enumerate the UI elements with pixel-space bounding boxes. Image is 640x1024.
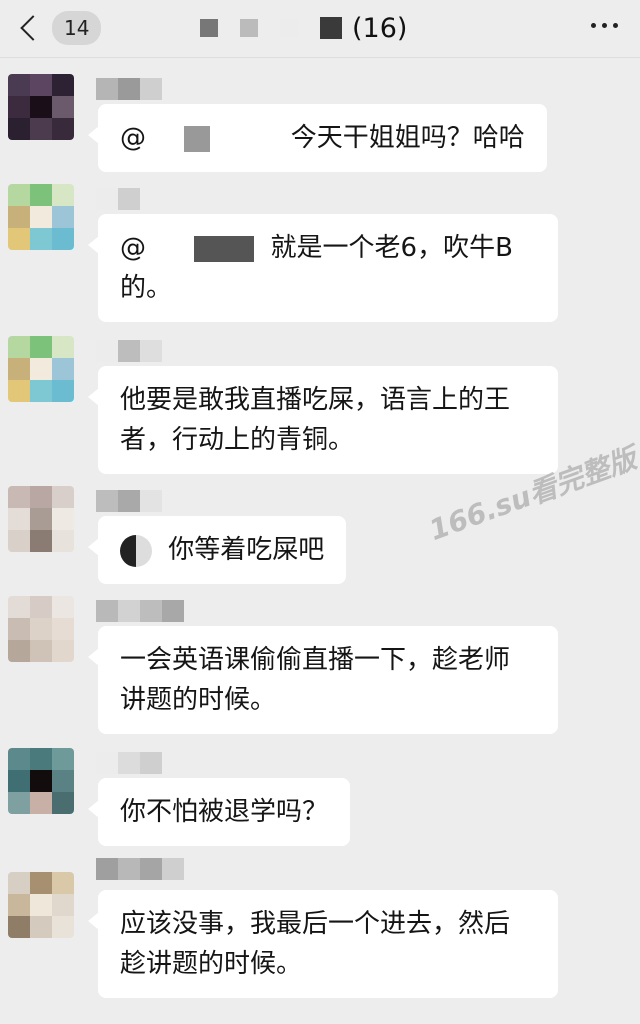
message-text: 讲题的时候。 — [120, 685, 277, 715]
sender-name-censored — [96, 490, 162, 512]
avatar[interactable] — [8, 336, 74, 402]
censored-title-part — [280, 19, 298, 37]
group-title: (16) — [200, 10, 407, 46]
censored-title-part — [320, 17, 342, 39]
message-row: @ 就是一个老6，吹牛B 的。 — [0, 184, 640, 334]
message-bubble[interactable]: 应该没事，我最后一个进去，然后 趁讲题的时候。 — [88, 890, 558, 998]
message-text: 你等着吃屎吧 — [168, 535, 325, 565]
message-text: 趁讲题的时候。 — [120, 949, 303, 979]
message-row: 一会英语课偷偷直播一下，趁老师 讲题的时候。 — [0, 596, 640, 742]
mention[interactable]: @ — [120, 123, 146, 153]
back-button[interactable]: 14 — [16, 8, 102, 48]
censored-title-part — [200, 19, 218, 37]
avatar[interactable] — [8, 748, 74, 814]
message-row: 应该没事，我最后一个进去，然后 趁讲题的时候。 — [0, 858, 640, 1008]
message-row: 你不怕被退学吗？ — [0, 748, 640, 848]
message-text: 今天干姐姐吗？哈哈 — [290, 123, 525, 153]
message-bubble[interactable]: 他要是敢我直播吃屎，语言上的王 者，行动上的青铜。 — [88, 366, 558, 474]
sender-name-censored — [96, 340, 162, 362]
unread-count-badge: 14 — [52, 11, 102, 45]
message-bubble[interactable]: 一会英语课偷偷直播一下，趁老师 讲题的时候。 — [88, 626, 558, 734]
sender-name-censored — [96, 600, 184, 622]
message-text: 应该没事，我最后一个进去，然后 — [120, 909, 511, 939]
message-text: 你不怕被退学吗？ — [120, 797, 329, 827]
avatar[interactable] — [8, 596, 74, 662]
message-text: 就是一个老6，吹牛B — [270, 233, 513, 263]
member-count: (16) — [352, 12, 408, 44]
avatar[interactable] — [8, 872, 74, 938]
message-text: 一会英语课偷偷直播一下，趁老师 — [120, 645, 511, 675]
sender-name-censored — [96, 858, 184, 880]
sender-name-censored — [96, 188, 140, 210]
sender-name-censored — [96, 752, 162, 774]
message-row: 他要是敢我直播吃屎，语言上的王 者，行动上的青铜。 — [0, 336, 640, 476]
message-bubble[interactable]: @ 就是一个老6，吹牛B 的。 — [88, 214, 558, 322]
sender-name-censored — [96, 78, 162, 100]
more-dots-icon[interactable] — [591, 23, 618, 28]
message-row: @ 今天干姐姐吗？哈哈 — [0, 74, 640, 184]
message-text: 他要是敢我直播吃屎，语言上的王 — [120, 385, 511, 415]
chat-header: 14 (16) — [0, 0, 640, 58]
avatar[interactable] — [8, 486, 74, 552]
message-text: 者，行动上的青铜。 — [120, 425, 355, 455]
avatar[interactable] — [8, 184, 74, 250]
mention[interactable]: @ — [120, 233, 146, 263]
message-bubble[interactable]: @ 今天干姐姐吗？哈哈 — [88, 104, 547, 172]
message-bubble[interactable]: 你等着吃屎吧 — [87, 516, 347, 584]
avatar[interactable] — [8, 74, 74, 140]
message-text: 的。 — [120, 273, 173, 303]
message-bubble[interactable]: 你不怕被退学吗？ — [87, 778, 351, 846]
chevron-left-icon — [20, 15, 46, 41]
censored-title-part — [240, 19, 258, 37]
